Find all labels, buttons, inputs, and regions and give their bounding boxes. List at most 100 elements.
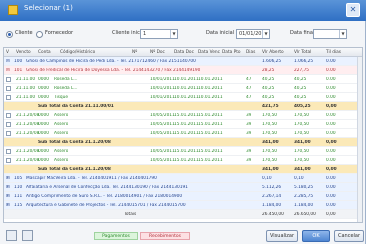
close-button[interactable]: ✕ bbox=[346, 3, 360, 17]
table-row-detail[interactable]: 21.11.00 0000 Roseda L... 10/01/2011 10.01.2… bbox=[4, 84, 362, 93]
account-code: 101 bbox=[14, 68, 23, 73]
conta-cell: 0000 bbox=[38, 158, 49, 163]
col-header-til-dias[interactable]: Til dias bbox=[326, 50, 341, 55]
ok-button[interactable]: OK bbox=[302, 230, 330, 242]
col-header-vencto[interactable]: Vencto bbox=[16, 50, 31, 55]
col-header-vlr-total[interactable]: Vlr Total bbox=[294, 50, 311, 55]
account-description: Alfaiataria e Arsenal de Confecção Lda. … bbox=[26, 185, 188, 190]
table-row-detail[interactable]: 21.1.20/08 0000 Assero 10/05/2011 15.01.2011… bbox=[4, 156, 362, 165]
vencto-cell: 21.1.20/08 bbox=[16, 122, 40, 127]
expand-toggle-icon: ⊞ bbox=[6, 185, 10, 190]
grid-layout-icon[interactable] bbox=[6, 230, 17, 241]
document-icon bbox=[6, 122, 11, 127]
account-description: Antigo Comprimento de Suro S.R.L. - Tel.… bbox=[26, 194, 183, 199]
vencto-cell: 21.1.20/08 bbox=[16, 149, 40, 154]
account-code: 105 bbox=[14, 176, 23, 181]
subtotal-aberto: 341,00 bbox=[262, 167, 279, 172]
client-filter-field[interactable]: 1 ▼ bbox=[140, 29, 178, 39]
value-aberto: 40,25 bbox=[262, 77, 275, 82]
date-end-field[interactable]: ▼ bbox=[313, 29, 347, 39]
table-row-detail[interactable]: 21.1.20/08 0000 Assero 10/05/2011 15.01.2011… bbox=[4, 129, 362, 138]
radio-fornecedor[interactable] bbox=[36, 31, 43, 38]
data-doc-cell: 15.01.2011 bbox=[174, 131, 199, 136]
cancel-button[interactable]: Cancelar bbox=[334, 230, 364, 242]
subtotal-aberto: 341,00 bbox=[262, 140, 279, 145]
table-row-group[interactable]: ⊞ 111 Antigo Comprimento de Suro S.R.L. - … bbox=[4, 192, 362, 201]
document-icon bbox=[6, 149, 11, 154]
value-total: 170,50 bbox=[294, 158, 310, 163]
data-venc-cell: 15.01.2011 bbox=[198, 131, 223, 136]
table-row-detail[interactable]: 21.11.00 0000 Roseda L... 10/01/2011 10.01.2… bbox=[4, 75, 362, 84]
grand-total-til-dias: 0,00 bbox=[326, 212, 336, 217]
value-aberto: 170,50 bbox=[262, 113, 278, 118]
account-code: 115 bbox=[14, 203, 23, 208]
table-row-detail[interactable]: 21.1.20/08 0000 Assero 10/05/2011 15.01.2011… bbox=[4, 111, 362, 120]
dropdown-arrow-icon[interactable]: ▼ bbox=[170, 30, 177, 38]
table-row-detail[interactable]: 21.1.20/08 0000 Assero 10/05/2011 15.01.2011… bbox=[4, 147, 362, 156]
table-row-group[interactable]: ⊟ 100 Ghosi de Campinos de Hicira de Pedi … bbox=[4, 57, 362, 66]
col-header-vlr-aberto[interactable]: Vlr Aberto bbox=[262, 50, 284, 55]
title-bar[interactable]: Selecionar (1) ✕ bbox=[0, 0, 366, 21]
col-header-num-doc[interactable]: Nº Doc bbox=[150, 50, 165, 55]
preview-button[interactable]: Visualizar bbox=[266, 230, 298, 242]
vencto-cell: 21.1.20/08 bbox=[16, 113, 40, 118]
col-header-historico[interactable]: Código/Histórico bbox=[60, 50, 95, 55]
value-aberto: 5.112,26 bbox=[262, 185, 282, 190]
grid-header: V Vencto Conta Código/Histórico Nº Nº Do… bbox=[4, 48, 362, 57]
legend-recebimentos: Recebimentos bbox=[140, 232, 190, 240]
account-description: Arquitectura e Gabinete de Projectos - T… bbox=[26, 203, 186, 208]
col-header-data-pto[interactable]: Data Pto bbox=[222, 50, 241, 55]
export-icon[interactable] bbox=[22, 230, 33, 241]
col-header-v[interactable]: V bbox=[6, 50, 9, 55]
account-code: 100 bbox=[14, 59, 23, 64]
col-header-data-doc[interactable]: Data Doc bbox=[174, 50, 194, 55]
radio-cliente[interactable] bbox=[6, 31, 13, 38]
value-til-dias: 0.00 bbox=[326, 176, 336, 181]
subtotal-total: 405,25 bbox=[294, 104, 311, 109]
document-icon bbox=[6, 77, 11, 82]
value-aberto: 1.606,25 bbox=[262, 59, 282, 64]
value-til-dias: 0.00 bbox=[326, 122, 336, 127]
table-row-group[interactable]: ⊞ 105 Mascapir MacVeira Lda. - Tel. 214040… bbox=[4, 174, 362, 183]
data-venc-cell: 15.01.2011 bbox=[198, 149, 223, 154]
expand-toggle-icon: ⊞ bbox=[6, 194, 10, 199]
value-total: 1.184,00 bbox=[294, 203, 314, 208]
document-icon bbox=[6, 95, 11, 100]
table-row-group[interactable]: ⊞ 115 Arquitectura e Gabinete de Projectos… bbox=[4, 201, 362, 210]
vertical-scrollbar[interactable] bbox=[357, 57, 362, 222]
value-total: 170,50 bbox=[294, 149, 310, 154]
calendar-dropdown-icon[interactable]: ▼ bbox=[262, 30, 269, 38]
data-venc-cell: 15.01.2011 bbox=[198, 158, 223, 163]
dias-cell: 39 bbox=[246, 158, 252, 163]
table-row-group[interactable]: ⊞ 110 Alfaiataria e Arsenal de Confecção L… bbox=[4, 183, 362, 192]
value-til-dias: 0.00 bbox=[326, 59, 336, 64]
value-aberto: 170,50 bbox=[262, 122, 278, 127]
num-doc-cell: 10/01/2011 bbox=[150, 95, 175, 100]
col-header-conta[interactable]: Conta bbox=[38, 50, 51, 55]
subtotal-total: 341,00 bbox=[294, 167, 311, 172]
value-aberto: 40,25 bbox=[262, 86, 275, 91]
value-total: 170,50 bbox=[294, 113, 310, 118]
table-row-group2[interactable]: ⊟ 101 Ghosi de Fredical de Hicira de Doyes… bbox=[4, 66, 362, 75]
value-total: 227,75 bbox=[294, 68, 310, 73]
data-venc-cell: 10.01.2011 bbox=[198, 95, 223, 100]
table-row-subtotal[interactable]: Sub Total da Conta 21.11.00/01 421,75 405,… bbox=[4, 102, 362, 111]
radio-cliente-label: Cliente bbox=[15, 30, 33, 36]
num-doc-cell: 10/05/2011 bbox=[150, 122, 175, 127]
col-header-dias[interactable]: Dias bbox=[246, 50, 255, 55]
historico-cell: Roseda L... bbox=[54, 86, 78, 91]
conta-cell: 0000 bbox=[38, 122, 49, 127]
table-row-subtotal[interactable]: Sub Total da Conta 21.1.20/08 341,00 341,0… bbox=[4, 165, 362, 174]
conta-cell: 0000 bbox=[38, 149, 49, 154]
calendar-dropdown-icon[interactable]: ▼ bbox=[339, 30, 346, 38]
date-start-field[interactable]: 01/01/20 ▼ bbox=[236, 29, 270, 39]
col-header-data-venc[interactable]: Data Venc bbox=[198, 50, 220, 55]
col-header-num[interactable]: Nº bbox=[132, 50, 137, 55]
num-doc-cell: 10/05/2011 bbox=[150, 158, 175, 163]
table-row-detail[interactable]: 21.11.00 0000 Tisque 10/01/2011 10.01.2011 10… bbox=[4, 93, 362, 102]
account-description: Mascapir MacVeira Lda. - Tel. 2140401911… bbox=[26, 176, 157, 181]
table-row-subtotal[interactable]: Sub Total da Conta 21.1.20/08 341,00 341,0… bbox=[4, 138, 362, 147]
table-row-total[interactable]: Totais 26.450,00 26.650,00 0,00 bbox=[4, 210, 362, 219]
dias-cell: 47 bbox=[246, 77, 252, 82]
table-row-detail[interactable]: 21.1.20/08 0000 Assero 10/05/2011 15.01.2011… bbox=[4, 120, 362, 129]
